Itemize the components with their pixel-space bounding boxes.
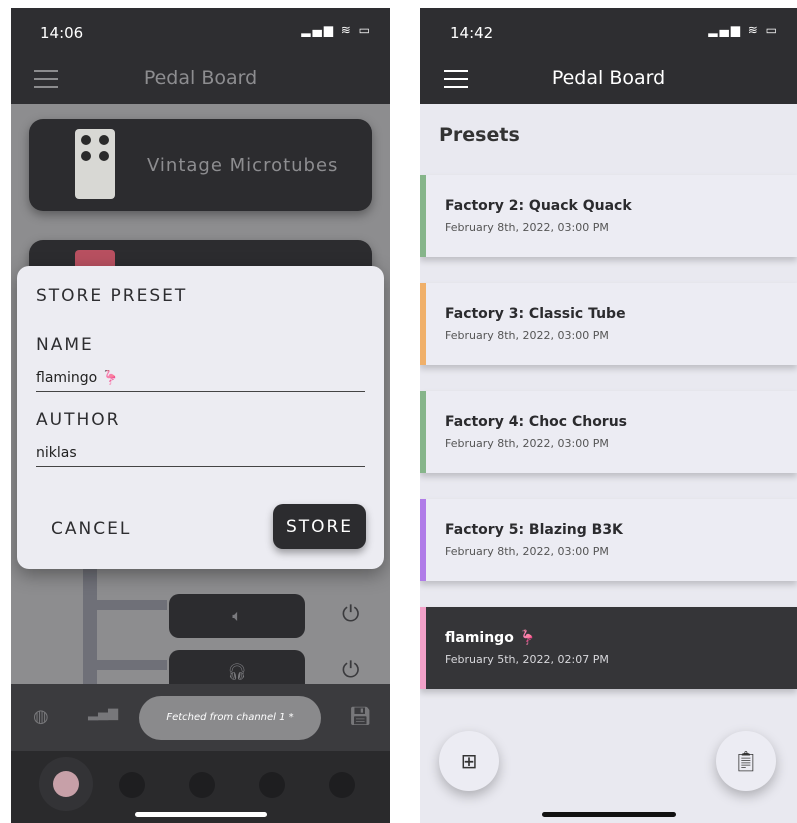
author-label: AUTHOR (36, 410, 121, 430)
dialog-title: STORE PRESET (36, 286, 188, 306)
pedal-knob[interactable] (329, 772, 355, 798)
section-title: Presets (439, 124, 520, 146)
right-phone-screen: 14:42 ▂▄▆ ≋ ▭ Pedal Board Presets Factor… (420, 8, 797, 823)
top-bar: 14:06 ▂▄▆ ≋ ▭ Pedal Board (11, 8, 390, 104)
preset-item-selected[interactable]: flamingo 🦩 February 5th, 2022, 02:07 PM (420, 607, 797, 689)
preset-color-bar (420, 499, 426, 581)
preset-name: Factory 4: Choc Chorus (445, 414, 628, 430)
power-icon[interactable]: ⏻ (342, 658, 359, 683)
save-icon[interactable]: 💾︎ (349, 706, 372, 727)
preset-color-bar (420, 607, 426, 689)
name-label: NAME (36, 335, 94, 355)
preset-color-bar (420, 175, 426, 257)
store-preset-dialog: STORE PRESET NAME AUTHOR CANCEL STORE (17, 266, 384, 569)
preset-date: February 8th, 2022, 03:00 PM (445, 437, 609, 450)
status-icons: ▂▄▆ ≋ ▭ (708, 23, 779, 37)
preset-color-bar (420, 391, 426, 473)
left-phone-screen: 14:06 ▂▄▆ ≋ ▭ Pedal Board Vintage Microt… (11, 8, 390, 823)
preset-name: Factory 2: Quack Quack (445, 198, 632, 214)
preset-date: February 5th, 2022, 02:07 PM (445, 653, 609, 666)
preset-color-bar (420, 283, 426, 365)
headphones-icon: 🎧︎ (226, 662, 248, 681)
preset-date: February 8th, 2022, 03:00 PM (445, 221, 609, 234)
tuner-icon[interactable]: ◍ (33, 706, 49, 727)
preset-name: flamingo 🦩 (445, 630, 537, 646)
speaker-output-button[interactable]: 🔈︎ (169, 594, 305, 638)
speaker-icon: 🔈︎ (232, 606, 242, 625)
status-time: 14:06 (40, 24, 84, 42)
preset-date: February 8th, 2022, 03:00 PM (445, 545, 609, 558)
preset-name: Factory 3: Classic Tube (445, 306, 626, 322)
pedal-image (75, 129, 115, 199)
clipboard-button[interactable]: 📋︎ (716, 731, 776, 791)
preset-name: Factory 5: Blazing B3K (445, 522, 623, 538)
preset-item[interactable]: Factory 5: Blazing B3K February 8th, 202… (420, 499, 797, 581)
page-title: Pedal Board (551, 67, 666, 89)
signal-cable (83, 569, 97, 684)
store-button[interactable]: STORE (273, 504, 366, 549)
top-bar: 14:42 ▂▄▆ ≋ ▭ Pedal Board (420, 8, 797, 104)
pedal-knob[interactable] (189, 772, 215, 798)
name-field[interactable] (36, 364, 365, 392)
pedal-card[interactable]: Vintage Microtubes (29, 119, 372, 211)
page-title: Pedal Board (143, 67, 258, 89)
add-preset-icon: ⊞ (460, 749, 478, 773)
preset-item[interactable]: Factory 4: Choc Chorus February 8th, 202… (420, 391, 797, 473)
home-indicator (135, 812, 267, 817)
pedal-knob[interactable] (259, 772, 285, 798)
power-icon[interactable]: ⏻ (342, 602, 359, 627)
preset-date: February 8th, 2022, 03:00 PM (445, 329, 609, 342)
status-icons: ▂▄▆ ≋ ▭ (301, 23, 372, 37)
preset-item[interactable]: Factory 2: Quack Quack February 8th, 202… (420, 175, 797, 257)
cancel-button[interactable]: CANCEL (51, 519, 131, 539)
signal-cable (97, 600, 167, 610)
add-preset-button[interactable]: ⊞ (439, 731, 499, 791)
signal-cable (97, 660, 167, 670)
pedal-knob[interactable] (119, 772, 145, 798)
bottom-bar: ◍ ▂▄▆ Fetched from channel 1 * 💾︎ (11, 684, 390, 823)
preset-item[interactable]: Factory 3: Classic Tube February 8th, 20… (420, 283, 797, 365)
status-time: 14:42 (450, 24, 494, 42)
home-indicator (542, 812, 676, 817)
clipboard-icon: 📋︎ (733, 749, 759, 773)
selected-pedal-knob[interactable] (53, 771, 79, 797)
meter-icon[interactable]: ▂▄▆ (88, 706, 118, 721)
pedal-name: Vintage Microtubes (147, 155, 339, 176)
status-pill[interactable]: Fetched from channel 1 * (139, 696, 321, 740)
author-field[interactable] (36, 439, 365, 467)
